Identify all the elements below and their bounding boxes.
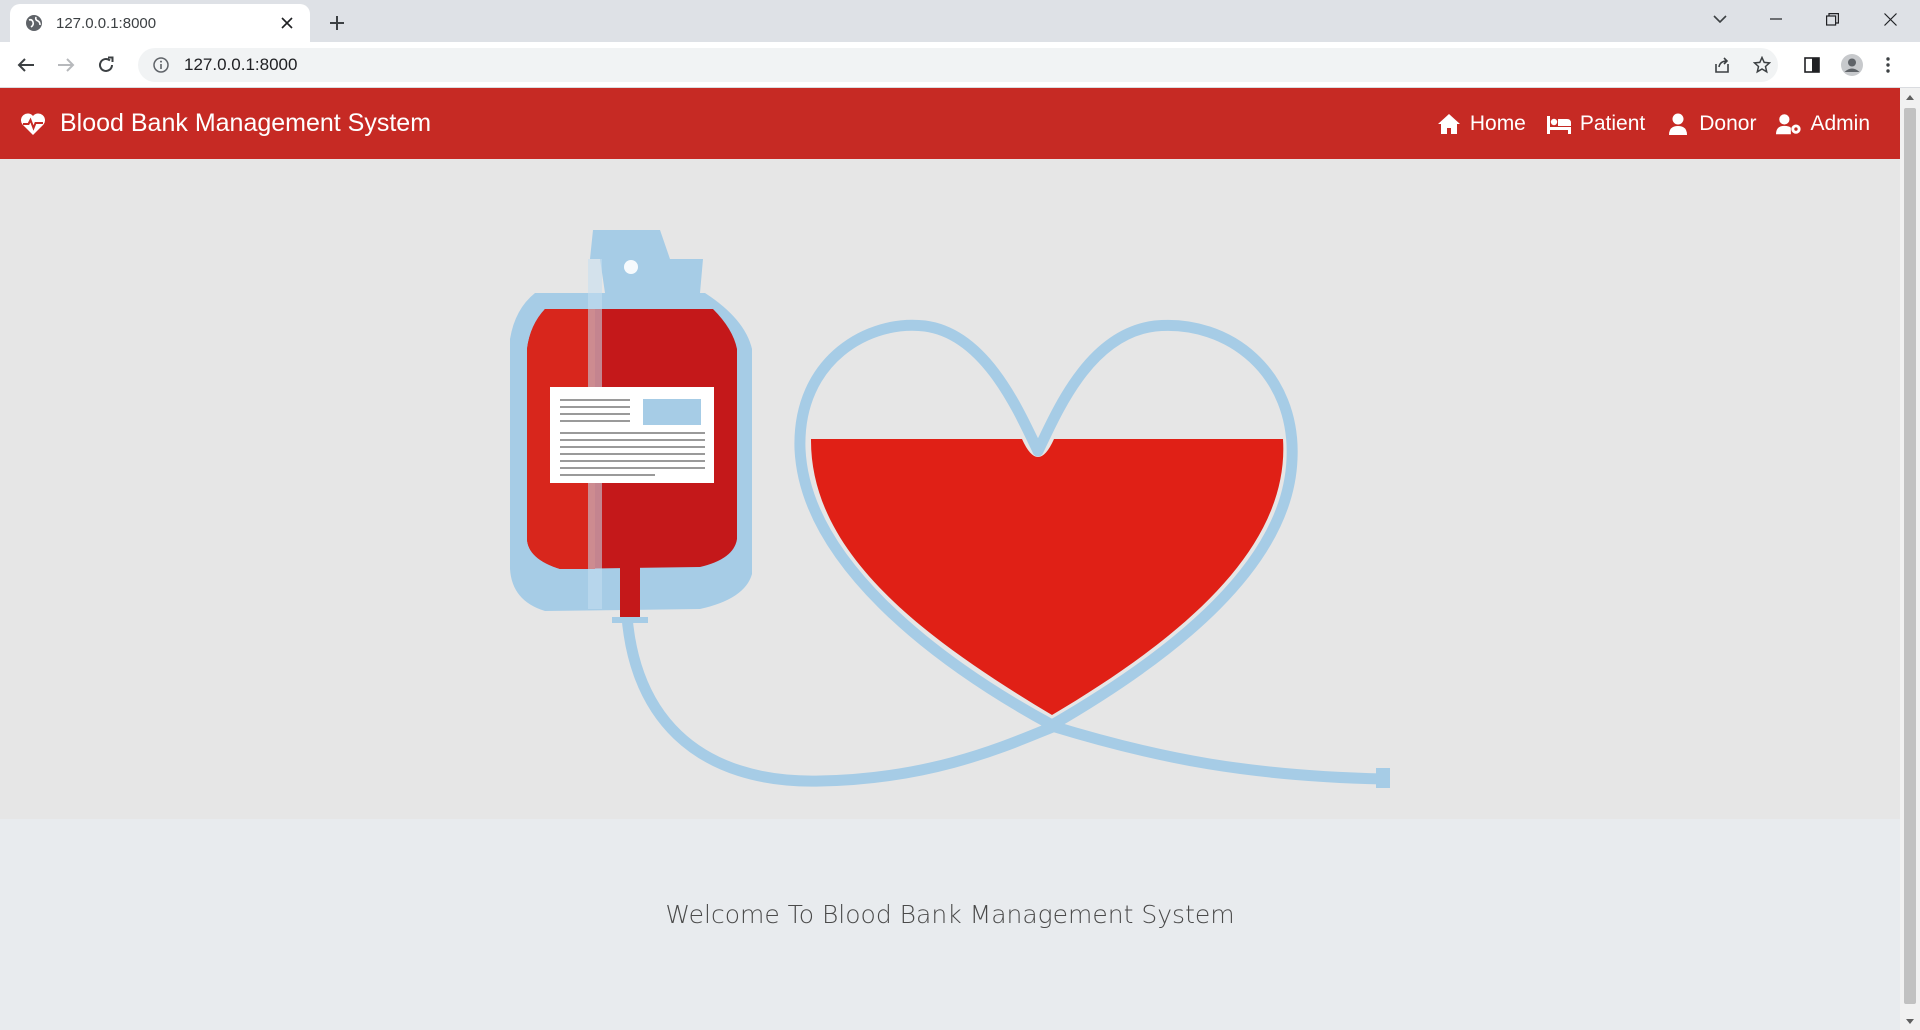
tab-search-chevron-icon[interactable] bbox=[1692, 0, 1748, 38]
new-tab-button[interactable] bbox=[322, 8, 352, 38]
brand-link[interactable]: Blood Bank Management System bbox=[20, 109, 431, 138]
home-icon bbox=[1436, 112, 1462, 136]
bed-icon bbox=[1546, 112, 1572, 136]
welcome-text: Welcome To Blood Bank Management System bbox=[665, 900, 1235, 929]
bookmark-star-icon[interactable] bbox=[1746, 49, 1778, 81]
user-icon bbox=[1665, 112, 1691, 136]
scroll-up-arrow-icon[interactable] bbox=[1900, 88, 1920, 106]
vertical-scrollbar[interactable] bbox=[1900, 88, 1920, 1030]
nav-link-home-label: Home bbox=[1469, 111, 1526, 135]
page-viewport: Blood Bank Management System Home Patien… bbox=[0, 88, 1900, 1030]
share-icon[interactable] bbox=[1706, 49, 1738, 81]
browser-tab-strip: 127.0.0.1:8000 bbox=[0, 0, 1920, 42]
scrollbar-thumb[interactable] bbox=[1904, 108, 1916, 1004]
nav-link-admin-label: Admin bbox=[1810, 111, 1870, 135]
nav-link-admin[interactable]: Admin bbox=[1776, 112, 1870, 136]
nav-link-home[interactable]: Home bbox=[1436, 112, 1526, 136]
nav-link-patient-label: Patient bbox=[1579, 111, 1646, 135]
brand-title: Blood Bank Management System bbox=[60, 109, 432, 137]
restore-icon[interactable] bbox=[1804, 0, 1860, 38]
heartbeat-icon bbox=[20, 111, 46, 137]
user-cog-icon bbox=[1776, 112, 1802, 136]
site-info-icon[interactable] bbox=[152, 56, 170, 74]
hero-image bbox=[0, 159, 1900, 819]
minimize-icon[interactable] bbox=[1748, 0, 1804, 38]
close-tab-icon[interactable] bbox=[276, 12, 298, 34]
close-window-icon[interactable] bbox=[1862, 0, 1918, 38]
forward-arrow-icon[interactable] bbox=[50, 49, 82, 81]
kebab-menu-icon[interactable] bbox=[1878, 49, 1898, 81]
back-arrow-icon[interactable] bbox=[10, 49, 42, 81]
browser-tab[interactable]: 127.0.0.1:8000 bbox=[10, 4, 310, 42]
nav-link-donor-label: Donor bbox=[1699, 111, 1757, 135]
nav-link-patient[interactable]: Patient bbox=[1546, 112, 1645, 136]
tab-title: 127.0.0.1:8000 bbox=[56, 14, 157, 32]
nav-links: Home Patient Donor Admin bbox=[1416, 88, 1870, 159]
scroll-down-arrow-icon[interactable] bbox=[1900, 1012, 1920, 1030]
side-panel-icon[interactable] bbox=[1796, 49, 1828, 81]
nav-link-donor[interactable]: Donor bbox=[1665, 112, 1756, 136]
url-text: 127.0.0.1:8000 bbox=[184, 55, 298, 74]
address-bar[interactable]: 127.0.0.1:8000 bbox=[138, 48, 1778, 82]
profile-avatar-icon[interactable] bbox=[1836, 49, 1868, 81]
reload-icon[interactable] bbox=[90, 49, 122, 81]
globe-icon bbox=[24, 13, 44, 33]
browser-toolbar: 127.0.0.1:8000 bbox=[0, 42, 1920, 88]
navbar: Blood Bank Management System Home Patien… bbox=[0, 88, 1900, 159]
